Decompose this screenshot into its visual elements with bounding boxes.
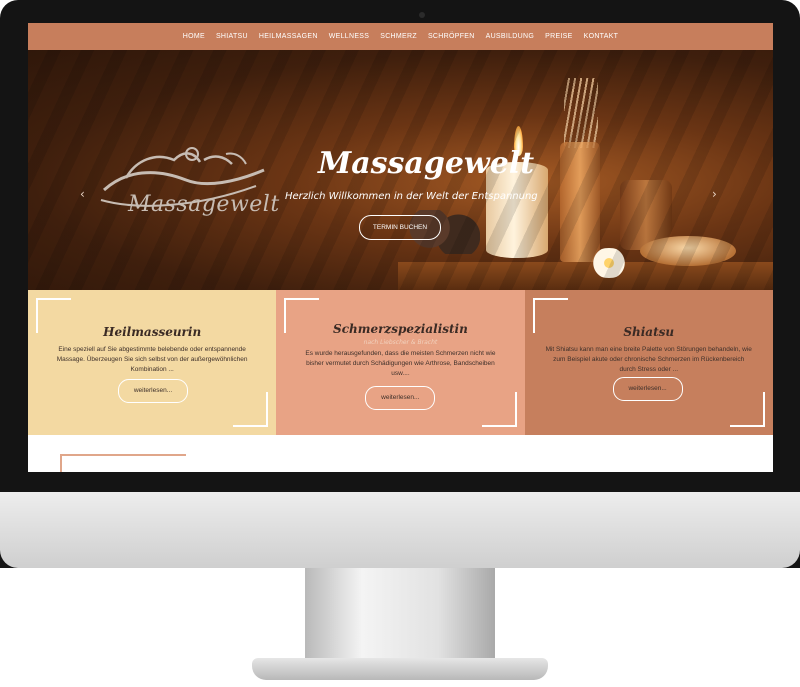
monitor-stand-base — [252, 658, 548, 680]
hero-title: Massagewelt — [318, 146, 535, 181]
feature-boxes: Heilmasseurin Eine speziell auf Sie abge… — [28, 290, 773, 435]
nav-item-kontakt[interactable]: KONTAKT — [584, 33, 619, 40]
feature-title: Shiatsu — [623, 325, 675, 339]
feature-box-heilmasseurin: Heilmasseurin Eine speziell auf Sie abge… — [28, 290, 277, 435]
next-section — [28, 435, 773, 472]
corner-decoration — [60, 454, 186, 472]
nav-item-schroepfen[interactable]: SCHRÖPFEN — [428, 33, 475, 40]
nav-item-heilmassagen[interactable]: HEILMASSAGEN — [259, 33, 318, 40]
nav-item-schmerz[interactable]: SCHMERZ — [380, 33, 417, 40]
monitor-stand — [305, 568, 495, 660]
corner-decoration — [233, 392, 269, 427]
camera-dot — [419, 12, 425, 18]
corner-decoration — [481, 392, 517, 427]
book-appointment-button[interactable]: TERMIN BUCHEN — [359, 215, 441, 240]
monitor-chin — [0, 492, 800, 568]
main-nav: HOME SHIATSU HEILMASSAGEN WELLNESS SCHME… — [28, 23, 773, 50]
slider-prev-arrow-icon[interactable]: ‹ — [80, 187, 85, 201]
read-more-button[interactable]: weiterlesen... — [612, 377, 683, 401]
nav-item-preise[interactable]: PREISE — [545, 33, 572, 40]
website-screen: HOME SHIATSU HEILMASSAGEN WELLNESS SCHME… — [28, 23, 773, 472]
slider-next-arrow-icon[interactable]: › — [712, 187, 717, 201]
hero-slider: Massagewelt ‹ › Massagewelt Herzlich Wil… — [28, 50, 773, 290]
feature-text: Es wurde herausgefunden, dass die meiste… — [305, 350, 496, 377]
nav-item-home[interactable]: HOME — [183, 33, 205, 40]
hero-subtitle: Herzlich Willkommen in der Welt der Ents… — [285, 191, 538, 202]
logo-wordmark: Massagewelt — [128, 192, 280, 217]
feature-title: Schmerzspezialistin — [333, 322, 468, 336]
nav-item-ausbildung[interactable]: AUSBILDUNG — [486, 33, 535, 40]
monitor-frame: HOME SHIATSU HEILMASSAGEN WELLNESS SCHME… — [0, 0, 800, 568]
read-more-button[interactable]: weiterlesen... — [118, 379, 188, 403]
read-more-button[interactable]: weiterlesen... — [365, 386, 436, 410]
corner-decoration — [729, 392, 765, 427]
nav-item-wellness[interactable]: WELLNESS — [329, 33, 370, 40]
nav-item-shiatsu[interactable]: SHIATSU — [216, 33, 248, 40]
feature-title: Heilmasseurin — [103, 325, 202, 339]
feature-text: Mit Shiatsu kann man eine breite Palette… — [545, 346, 752, 373]
feature-text: Eine speziell auf Sie abgestimmte belebe… — [56, 346, 248, 373]
feature-box-shiatsu: Shiatsu Mit Shiatsu kann man eine breite… — [524, 290, 773, 435]
feature-subtitle: nach Liebscher & Bracht — [363, 339, 438, 346]
feature-box-schmerzspezialistin: Schmerzspezialistin nach Liebscher & Bra… — [276, 290, 525, 435]
